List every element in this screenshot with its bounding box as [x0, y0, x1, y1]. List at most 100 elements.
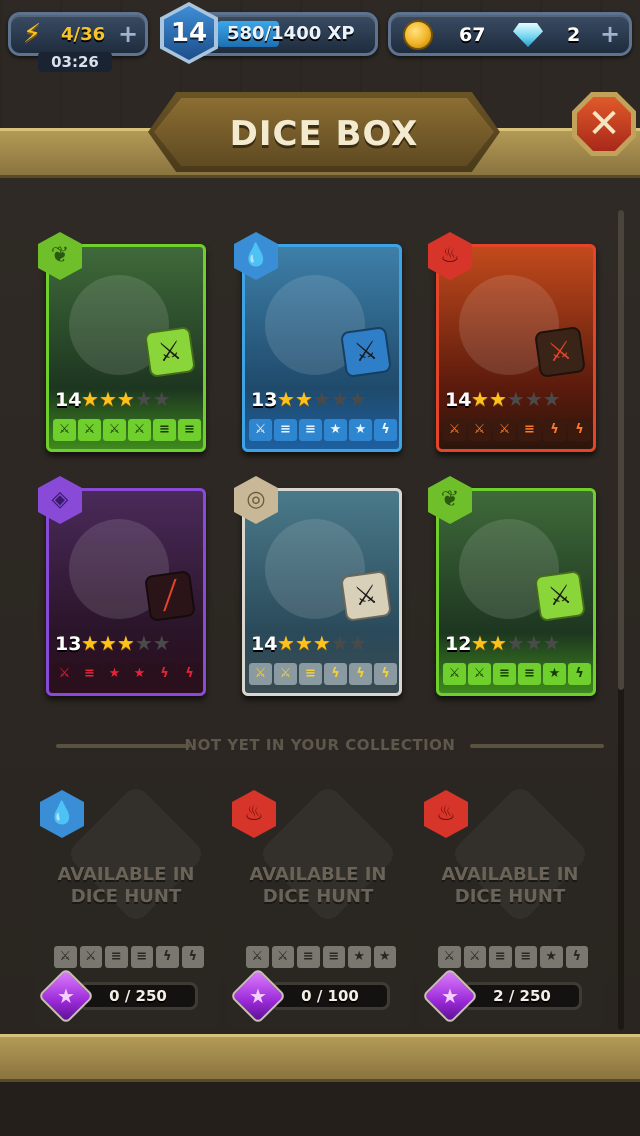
shield-face-icon: ≡: [299, 663, 322, 685]
sword-face-icon: ⚔: [246, 946, 269, 968]
sword-face-icon: ⚔: [493, 419, 516, 441]
shard-icon: ★: [421, 967, 479, 1025]
star-icon: ★: [152, 387, 171, 411]
star-icon: ★: [116, 631, 135, 655]
star-icon: ★: [542, 387, 561, 411]
star-icon: ★: [134, 631, 153, 655]
add-energy-icon[interactable]: +: [117, 22, 139, 46]
star-icon: ★: [471, 387, 489, 411]
dice-card-1[interactable]: ⚔ 14 ★★★★★ ⚔ ⚔ ⚔ ⚔ ≡ ≡: [46, 244, 206, 452]
star-face-icon: ★: [543, 663, 566, 685]
shard-icon: ★: [229, 967, 287, 1025]
star-face-icon: ★: [348, 946, 371, 968]
energy-value: 4/36: [61, 24, 106, 45]
shield-face-icon: ≡: [178, 419, 201, 441]
die-faces: ⚔ ⚔ ⚔ ≡ ϟ ϟ: [443, 419, 591, 443]
die-faces: ⚔ ≡ ≡ ★ ★ ϟ: [249, 419, 397, 443]
gold-coin-icon: [403, 20, 433, 50]
sword-face-icon: ⚔: [438, 946, 461, 968]
shard-progress-text: 0 / 250: [109, 987, 167, 1005]
sword-face-icon: ⚔: [54, 946, 77, 968]
star-icon: ★: [542, 631, 561, 655]
sword-face-icon: ⚔: [249, 419, 272, 441]
shield-face-icon: ≡: [153, 419, 176, 441]
sword-face-icon: ⚔: [79, 946, 102, 968]
bolt-face-icon: ϟ: [178, 663, 201, 685]
sword-face-icon: ⚔: [271, 946, 294, 968]
bolt-face-icon: ϟ: [568, 663, 591, 685]
energy-pill[interactable]: ⚡ 4/36 +: [8, 12, 148, 56]
bolt-face-icon: ϟ: [568, 419, 591, 441]
diamond-icon: [513, 23, 543, 47]
shield-face-icon: ≡: [299, 419, 322, 441]
scrollbar[interactable]: [618, 210, 624, 1030]
sword-face-icon: ⚔: [463, 946, 486, 968]
sword-face-icon: ⚔: [468, 663, 491, 685]
shield-face-icon: ≡: [493, 663, 516, 685]
star-icon: ★: [312, 631, 331, 655]
star-face-icon: ★: [128, 663, 151, 685]
star-icon: ★: [348, 631, 367, 655]
card-level: 14: [251, 633, 278, 655]
bolt-face-icon: ϟ: [156, 946, 179, 968]
star-icon: ★: [506, 387, 525, 411]
close-icon: ✕: [577, 97, 631, 151]
star-icon: ★: [277, 631, 295, 655]
dice-card-3[interactable]: ⚔ 14 ★★★★★ ⚔ ⚔ ⚔ ≡ ϟ ϟ: [436, 244, 596, 452]
scrollbar-thumb[interactable]: [618, 210, 624, 690]
shard-icon: ★: [37, 967, 95, 1025]
page-title: DICE BOX: [229, 114, 419, 154]
card-level: 14: [445, 389, 472, 411]
star-rating: ★★★★★: [277, 387, 367, 411]
bolt-face-icon: ϟ: [324, 663, 347, 685]
energy-timer: 03:26: [38, 52, 112, 72]
die-faces: ⚔ ⚔ ≡ ϟ ϟ ϟ: [249, 663, 397, 687]
star-icon: ★: [98, 387, 117, 411]
star-icon: ★: [330, 631, 349, 655]
dice-card-2[interactable]: ⚔ 13 ★★★★★ ⚔ ≡ ≡ ★ ★ ϟ: [242, 244, 402, 452]
card-level: 12: [445, 633, 472, 655]
star-icon: ★: [471, 631, 489, 655]
die-sword-icon: ⚔: [534, 570, 586, 622]
dice-card-4[interactable]: ╱ 13 ★★★★★ ⚔ ≡ ★ ★ ϟ ϟ: [46, 488, 206, 696]
star-icon: ★: [488, 631, 507, 655]
sword-face-icon: ⚔: [53, 419, 76, 441]
gem-value: 2: [567, 24, 581, 46]
sword-face-icon: ⚔: [103, 419, 126, 441]
title-plate: DICE BOX: [148, 92, 500, 172]
shield-face-icon: ≡: [518, 419, 541, 441]
star-icon: ★: [294, 387, 313, 411]
star-icon: ★: [277, 387, 295, 411]
bolt-face-icon: ϟ: [374, 419, 397, 441]
shard-progress-text: 2 / 250: [493, 987, 551, 1005]
die-sword-icon: ⚔: [340, 326, 392, 378]
bolt-face-icon: ϟ: [565, 946, 588, 968]
star-rating: ★★★★★: [471, 387, 561, 411]
shield-face-icon: ≡: [78, 663, 101, 685]
shield-face-icon: ≡: [130, 946, 153, 968]
star-face-icon: ★: [103, 663, 126, 685]
star-icon: ★: [506, 631, 525, 655]
die-faces: ⚔ ⚔ ≡ ≡ ϟ ϟ: [54, 946, 204, 968]
shield-face-icon: ≡: [514, 946, 537, 968]
dice-card-5[interactable]: ⚔ 14 ★★★★★ ⚔ ⚔ ≡ ϟ ϟ ϟ: [242, 488, 402, 696]
card-level: 13: [251, 389, 278, 411]
die-sword-icon: ⚔: [534, 326, 586, 378]
sword-face-icon: ⚔: [443, 663, 466, 685]
sword-face-icon: ⚔: [443, 419, 466, 441]
energy-bolt-icon: ⚡: [23, 19, 42, 49]
star-rating: ★★★★★: [277, 631, 367, 655]
star-icon: ★: [81, 387, 99, 411]
dice-card-6[interactable]: ⚔ 12 ★★★★★ ⚔ ⚔ ≡ ≡ ★ ϟ: [436, 488, 596, 696]
bottom-wood-frame: [0, 1034, 640, 1082]
add-currency-icon[interactable]: +: [599, 22, 621, 46]
bolt-face-icon: ϟ: [181, 946, 204, 968]
sword-face-icon: ⚔: [274, 663, 297, 685]
star-icon: ★: [294, 631, 313, 655]
die-slash-icon: ╱: [144, 570, 196, 622]
shield-face-icon: ≡: [297, 946, 320, 968]
card-level: 13: [55, 633, 82, 655]
gold-value: 67: [459, 24, 486, 46]
currency-pill[interactable]: 67 2 +: [388, 12, 632, 56]
section-label: NOT YET IN YOUR COLLECTION: [184, 736, 456, 754]
